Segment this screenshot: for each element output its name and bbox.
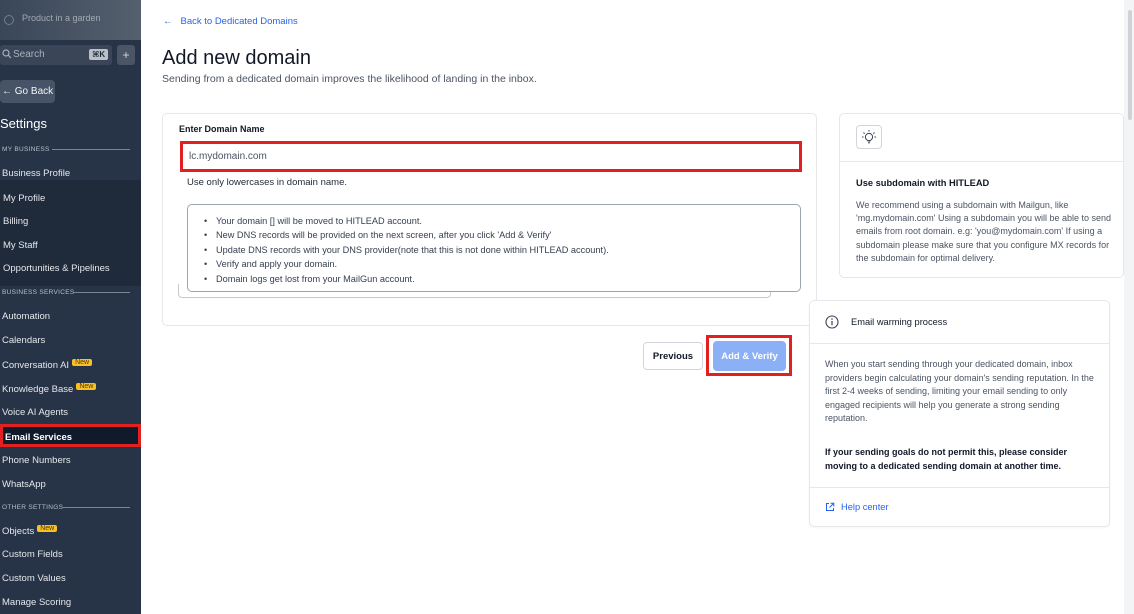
sidebar-item-manage-scoring[interactable]: Manage Scoring — [2, 597, 71, 608]
sidebar-item-automation[interactable]: Automation — [2, 311, 50, 322]
list-item: Your domain [] will be moved to HITLEAD … — [204, 214, 800, 229]
domain-name-input[interactable] — [180, 141, 802, 172]
section-divider — [52, 149, 130, 150]
page-scrollbar-thumb[interactable] — [1128, 10, 1132, 120]
sidebar-brand[interactable]: Product in a garden — [0, 0, 141, 40]
page-title: Add new domain — [162, 47, 311, 69]
warming-title: Email warming process — [851, 317, 948, 327]
quick-add-button[interactable]: + — [117, 45, 135, 65]
sidebar-item-custom-fields[interactable]: Custom Fields — [2, 549, 63, 560]
external-link-icon — [826, 502, 835, 511]
back-link-label: Back to Dedicated Domains — [180, 16, 298, 27]
sidebar-item-billing[interactable]: Billing — [3, 216, 28, 227]
brand-name: Product in a garden — [22, 13, 101, 23]
arrow-left-icon: ← — [163, 16, 173, 27]
sidebar-item-conversation-ai[interactable]: Conversation AI New — [2, 359, 93, 371]
new-badge: New — [76, 383, 97, 390]
warming-note: If your sending goals do not permit this… — [825, 447, 1068, 471]
section-my-business: MY BUSINESS — [2, 146, 50, 153]
divider — [810, 343, 1109, 344]
sidebar-item-objects[interactable]: Objects New — [2, 525, 58, 537]
page-subtitle: Sending from a dedicated domain improves… — [162, 73, 537, 85]
conversation-ai-label: Conversation AI — [2, 360, 70, 371]
sidebar-item-email-services[interactable]: Email Services — [0, 424, 141, 447]
previous-button[interactable]: Previous — [643, 342, 703, 370]
sidebar-submenu: My Profile Billing My Staff Opportunitie… — [0, 180, 141, 286]
section-business-services: BUSINESS SERVICES — [2, 289, 75, 296]
knowledge-base-label: Knowledge Base — [2, 384, 74, 395]
new-badge: New — [37, 525, 58, 532]
sidebar-item-voice-ai[interactable]: Voice AI Agents — [2, 407, 68, 418]
brand-icon — [4, 15, 14, 25]
settings-heading: Settings — [0, 116, 47, 131]
info-icon — [825, 315, 839, 329]
sidebar-item-phone-numbers[interactable]: Phone Numbers — [2, 455, 71, 466]
lightbulb-icon — [856, 125, 882, 149]
list-item: New DNS records will be provided on the … — [204, 228, 800, 243]
section-divider — [74, 292, 130, 293]
email-services-label: Email Services — [5, 432, 73, 443]
sidebar-item-business-profile[interactable]: Business Profile — [2, 168, 70, 179]
tip-title: Use subdomain with HITLEAD — [856, 178, 990, 188]
warming-body: When you start sending through your dedi… — [825, 359, 1094, 423]
sidebar-item-calendars[interactable]: Calendars — [2, 335, 45, 346]
go-back-button[interactable]: ← Go Back — [0, 80, 55, 103]
search-placeholder: Search — [13, 49, 45, 60]
migration-info-list: Your domain [] will be moved to HITLEAD … — [188, 205, 800, 286]
sidebar-item-knowledge-base[interactable]: Knowledge Base New — [2, 383, 97, 395]
list-item: Update DNS records with your DNS provide… — [204, 243, 800, 258]
section-other-settings: OTHER SETTINGS — [2, 504, 64, 511]
divider — [810, 487, 1109, 488]
search-shortcut: ⌘K — [89, 49, 109, 60]
tip-body: We recommend using a subdomain with Mail… — [856, 200, 1112, 263]
help-center-link[interactable]: Help center — [841, 502, 889, 512]
sidebar: Product in a garden Search ⌘K + ← Go Bac… — [0, 0, 141, 614]
sidebar-item-custom-values[interactable]: Custom Values — [2, 573, 66, 584]
domain-hint: Use only lowercases in domain name. — [187, 177, 347, 188]
new-badge: New — [72, 359, 93, 366]
sidebar-item-whatsapp[interactable]: WhatsApp — [2, 479, 46, 490]
section-divider — [62, 507, 130, 508]
sidebar-item-my-staff[interactable]: My Staff — [3, 240, 38, 251]
back-to-domains-link[interactable]: ← Back to Dedicated Domains — [163, 16, 298, 27]
search-icon — [2, 49, 12, 59]
divider — [840, 161, 1123, 162]
list-item: Verify and apply your domain. — [204, 257, 800, 272]
domain-field-label: Enter Domain Name — [179, 124, 265, 134]
objects-label: Objects — [2, 526, 35, 537]
sidebar-search[interactable]: Search ⌘K — [0, 45, 112, 65]
sidebar-item-my-profile[interactable]: My Profile — [3, 193, 45, 204]
list-item: Domain logs get lost from your MailGun a… — [204, 272, 800, 287]
migration-info-box: Your domain [] will be moved to HITLEAD … — [187, 204, 801, 292]
add-verify-button[interactable]: Add & Verify — [713, 341, 786, 371]
sidebar-item-opportunities[interactable]: Opportunities & Pipelines — [3, 263, 110, 274]
